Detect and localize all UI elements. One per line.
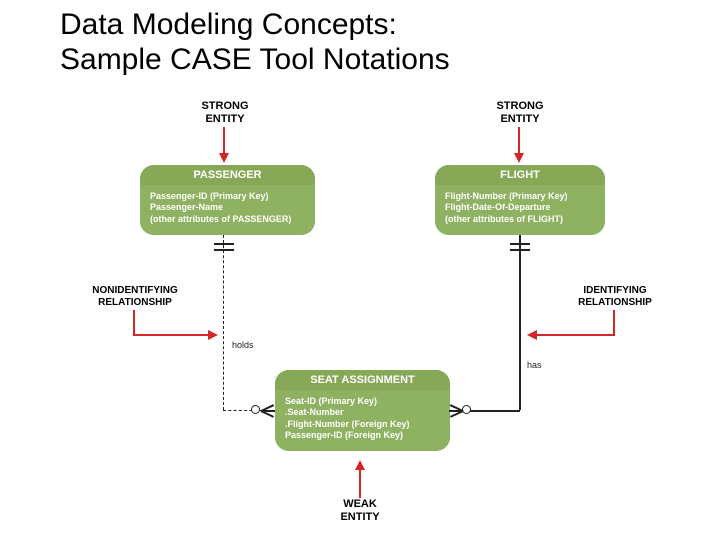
page-title: Data Modeling Concepts: Sample CASE Tool… [60, 8, 450, 77]
arrow-stem-noniden-v [133, 310, 135, 334]
label-nonidentifying: NONIDENTIFYING RELATIONSHIP [85, 285, 185, 308]
attr: (other attributes of FLIGHT) [445, 214, 595, 225]
attr: .Flight-Number (Foreign Key) [285, 419, 440, 430]
arrow-head-strong-right [514, 153, 524, 163]
connector-flight-seat-v [519, 235, 521, 410]
crows-foot-icon [449, 403, 463, 417]
attr: Seat-ID (Primary Key) [285, 396, 440, 407]
arrow-stem-iden-h [537, 334, 615, 336]
entity-passenger-body: Passenger-ID (Primary Key) Passenger-Nam… [140, 185, 315, 235]
attr: Passenger-Name [150, 202, 305, 213]
entity-seat: SEAT ASSIGNMENT Seat-ID (Primary Key) .S… [275, 370, 450, 451]
arrow-stem-noniden-h [133, 334, 208, 336]
arrow-head-weak [355, 460, 365, 470]
arrow-stem-strong-right [518, 127, 520, 153]
label-strong-right: STRONG ENTITY [485, 100, 555, 125]
cardinality-zero-ring [251, 405, 260, 414]
entity-flight: FLIGHT Flight-Number (Primary Key) Fligh… [435, 165, 605, 235]
relation-label-has: has [527, 360, 542, 370]
attr: Flight-Date-Of-Departure [445, 202, 595, 213]
label-identifying: IDENTIFYING RELATIONSHIP [565, 285, 665, 308]
attr: (other attributes of PASSENGER) [150, 214, 305, 225]
label-strong-left: STRONG ENTITY [190, 100, 260, 125]
entity-seat-body: Seat-ID (Primary Key) .Seat-Number .Flig… [275, 390, 450, 451]
arrow-stem-strong-left [223, 127, 225, 153]
arrow-stem-weak [359, 470, 361, 498]
arrow-head-noniden [208, 330, 218, 340]
entity-flight-body: Flight-Number (Primary Key) Flight-Date-… [435, 185, 605, 235]
entity-passenger: PASSENGER Passenger-ID (Primary Key) Pas… [140, 165, 315, 235]
entity-flight-header: FLIGHT [435, 165, 605, 185]
relation-label-holds: holds [232, 340, 254, 350]
arrow-head-iden [527, 330, 537, 340]
label-weak: WEAK ENTITY [330, 498, 390, 523]
attr: .Seat-Number [285, 407, 440, 418]
attr: Passenger-ID (Primary Key) [150, 191, 305, 202]
title-line1: Data Modeling Concepts: Sample CASE Tool… [60, 8, 450, 76]
crows-foot-icon [261, 403, 275, 417]
entity-seat-header: SEAT ASSIGNMENT [275, 370, 450, 390]
cardinality-tick [214, 243, 234, 245]
attr: Flight-Number (Primary Key) [445, 191, 595, 202]
connector-passenger-seat-v [223, 235, 224, 410]
cardinality-tick [214, 249, 234, 251]
arrow-stem-iden-v [613, 310, 615, 334]
arrow-head-strong-left [219, 153, 229, 163]
entity-passenger-header: PASSENGER [140, 165, 315, 185]
attr: Passenger-ID (Foreign Key) [285, 430, 440, 441]
